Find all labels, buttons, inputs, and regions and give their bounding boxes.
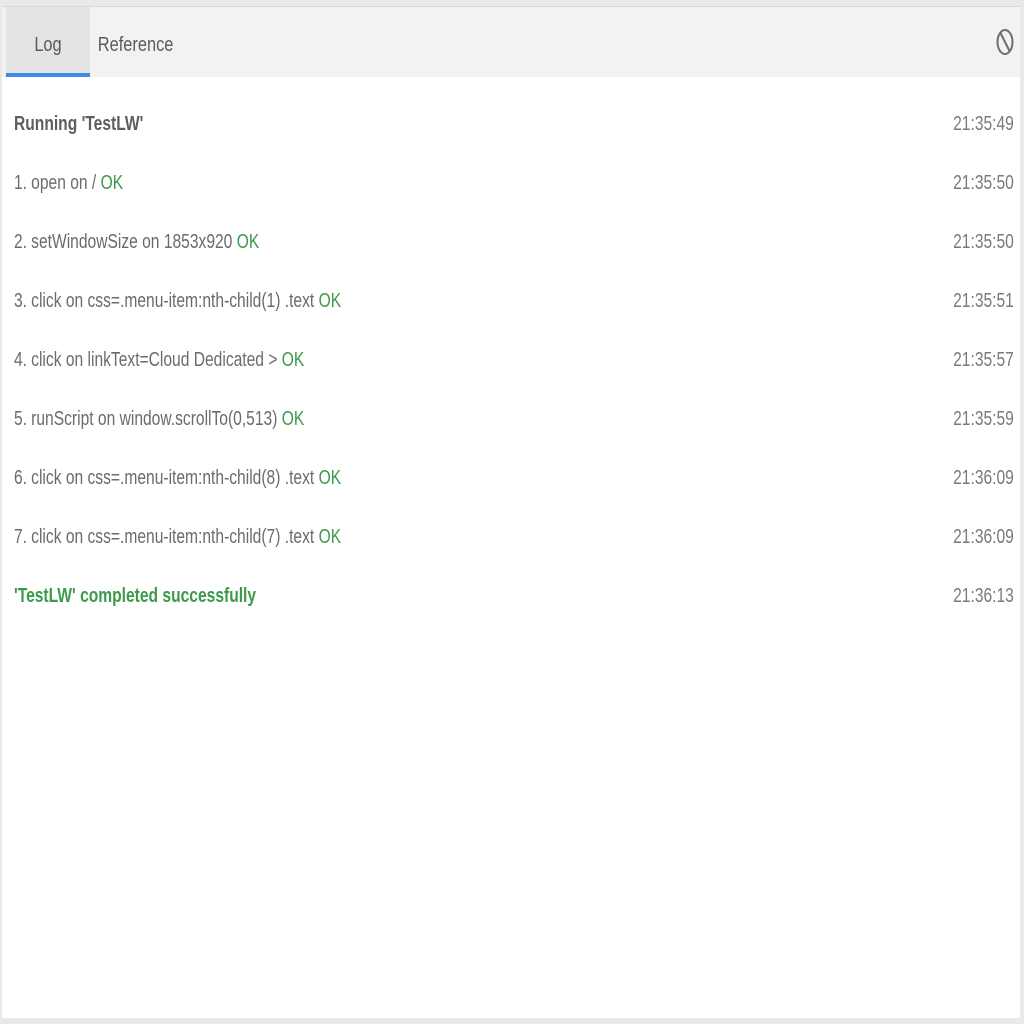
step-status: OK — [318, 467, 342, 489]
step-status: OK — [318, 290, 342, 312]
log-message: 3. click on css=.menu-item:nth-child(1) .… — [14, 290, 341, 313]
step-command: setWindowSize on 1853x920 — [31, 231, 233, 253]
log-message: 2. setWindowSize on 1853x920 OK — [14, 231, 259, 254]
log-entry: 7. click on css=.menu-item:nth-child(7) .… — [2, 510, 1020, 569]
step-number: 2. — [14, 231, 28, 253]
log-timestamp: 21:35:50 — [953, 231, 1014, 253]
log-entry-start: Running 'TestLW' 21:35:49 — [2, 97, 1020, 156]
step-command: click on linkText=Cloud Dedicated > — [31, 349, 278, 371]
step-status: OK — [281, 408, 305, 430]
log-message: 5. runScript on window.scrollTo(0,513) OK — [14, 408, 304, 431]
log-entry: 1. open on / OK 21:35:50 — [2, 156, 1020, 215]
log-timestamp: 21:36:09 — [953, 467, 1014, 489]
log-message: Running 'TestLW' — [14, 113, 144, 135]
log-timestamp: 21:36:09 — [953, 526, 1014, 548]
log-entry: 3. click on css=.menu-item:nth-child(1) .… — [2, 274, 1020, 333]
log-message: 1. open on / OK — [14, 172, 123, 195]
log-message: 'TestLW' completed successfully — [14, 585, 257, 607]
step-command: runScript on window.scrollTo(0,513) — [31, 408, 278, 430]
log-timestamp: 21:35:50 — [953, 172, 1014, 194]
log-message: 6. click on css=.menu-item:nth-child(8) .… — [14, 467, 341, 490]
step-command: open on / — [31, 172, 97, 194]
log-list: Running 'TestLW' 21:35:49 1. open on / OK… — [2, 97, 1020, 628]
step-command: click on css=.menu-item:nth-child(7) .te… — [31, 526, 315, 548]
step-status: OK — [100, 172, 124, 194]
window-frame: Log Reference Running 'TestLW' 21:35:49 … — [0, 0, 1024, 1024]
step-number: 5. — [14, 408, 28, 430]
clear-log-icon — [996, 29, 1014, 55]
log-timestamp: 21:36:13 — [953, 585, 1014, 607]
step-number: 6. — [14, 467, 28, 489]
log-entry: 6. click on css=.menu-item:nth-child(8) .… — [2, 451, 1020, 510]
log-message: 4. click on linkText=Cloud Dedicated > OK — [14, 349, 304, 372]
log-entry: 4. click on linkText=Cloud Dedicated > OK… — [2, 333, 1020, 392]
step-number: 7. — [14, 526, 28, 548]
step-status: OK — [281, 349, 305, 371]
step-command: click on css=.menu-item:nth-child(8) .te… — [31, 467, 315, 489]
log-timestamp: 21:35:49 — [953, 113, 1014, 135]
clear-log-button[interactable] — [994, 27, 1016, 57]
tab-bar: Log Reference — [2, 7, 1020, 77]
active-tab-indicator — [6, 73, 90, 77]
log-entry: 2. setWindowSize on 1853x920 OK 21:35:50 — [2, 215, 1020, 274]
log-entry-end: 'TestLW' completed successfully 21:36:13 — [2, 569, 1020, 628]
log-message: 7. click on css=.menu-item:nth-child(7) .… — [14, 526, 341, 549]
log-timestamp: 21:35:51 — [953, 290, 1014, 312]
step-command: click on css=.menu-item:nth-child(1) .te… — [31, 290, 315, 312]
step-status: OK — [236, 231, 260, 253]
step-status: OK — [318, 526, 342, 548]
log-panel: Log Reference Running 'TestLW' 21:35:49 … — [2, 6, 1020, 1018]
step-number: 4. — [14, 349, 28, 371]
log-timestamp: 21:35:57 — [953, 349, 1014, 371]
tab-log[interactable]: Log — [14, 7, 83, 77]
tab-reference[interactable]: Reference — [98, 7, 174, 77]
step-number: 1. — [14, 172, 28, 194]
log-timestamp: 21:35:59 — [953, 408, 1014, 430]
step-number: 3. — [14, 290, 28, 312]
log-entry: 5. runScript on window.scrollTo(0,513) OK… — [2, 392, 1020, 451]
